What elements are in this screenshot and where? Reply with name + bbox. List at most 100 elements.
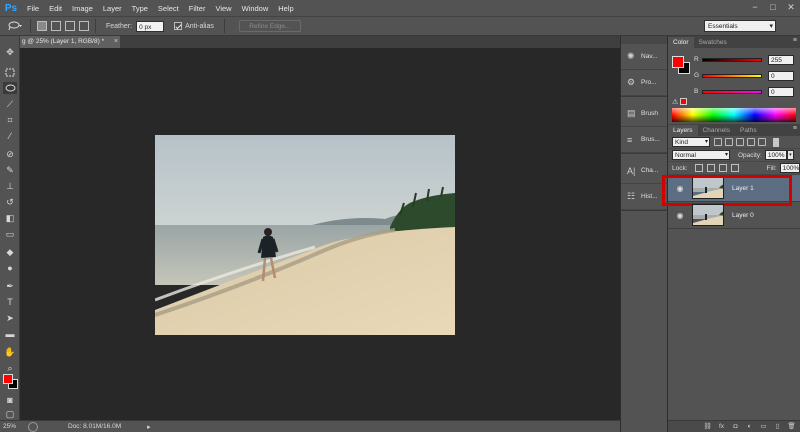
path-selection-tool-icon[interactable]: ➤ [3,312,17,324]
canvas-area[interactable] [20,48,620,420]
shape-filter-icon[interactable] [747,138,755,146]
tab-layers[interactable]: Layers [668,125,698,136]
gamut-warning-swatch[interactable] [680,98,687,105]
history-brush-tool-icon[interactable]: ↺ [3,196,17,208]
rectangle-tool-icon[interactable]: ▬ [3,328,17,340]
green-slider[interactable] [702,73,762,78]
blur-tool-icon[interactable]: ◆ [3,246,17,258]
menu-window[interactable]: Window [237,4,274,13]
smart-object-filter-icon[interactable] [758,138,766,146]
pixel-filter-icon[interactable] [714,138,722,146]
type-tool-icon[interactable]: T [3,296,17,308]
dock-grip[interactable] [621,36,667,44]
dock-brush[interactable]: ▤ Brush [621,101,667,127]
lock-all-icon[interactable] [730,164,739,172]
refine-edge-button[interactable]: Refine Edge... [238,20,301,32]
antialias-checkbox[interactable] [174,22,183,30]
add-selection-icon[interactable] [51,21,61,31]
opacity-dropdown-icon[interactable]: ▾ [786,150,794,160]
menu-edit[interactable]: Edit [44,4,67,13]
feather-input[interactable]: 0 px [136,20,165,32]
document-tab[interactable]: g @ 25% (Layer 1, RGB/8) * [20,36,120,48]
blue-value-input[interactable]: 0 [768,86,794,97]
new-group-icon[interactable]: ▭ [759,423,768,431]
crop-tool-icon[interactable]: ⌗ [3,114,17,126]
link-layers-icon[interactable]: ⛓ [703,423,712,431]
status-menu-arrow-icon[interactable]: ▸ [147,423,151,431]
menu-file[interactable]: File [22,4,44,13]
eye-visibility-icon[interactable]: ◉ [674,184,686,193]
zoom-tool-icon[interactable]: ⌕ [3,362,17,374]
opacity-input[interactable]: 100% [764,150,787,160]
foreground-color-swatch[interactable] [672,56,684,68]
menu-image[interactable]: Image [67,4,98,13]
panel-menu-icon[interactable]: ≡ [793,125,797,132]
eyedropper-tool-icon[interactable]: ⁄ [3,130,17,142]
red-slider[interactable] [702,57,762,62]
dock-navigator[interactable]: ✺ Nav... [621,44,667,70]
menu-layer[interactable]: Layer [98,4,127,13]
eraser-tool-icon[interactable]: ◧ [3,212,17,224]
intersect-selection-icon[interactable] [79,21,89,31]
filter-kind-select[interactable]: Kind [672,137,710,147]
layer-name[interactable]: Layer 1 [732,185,754,192]
layer-name[interactable]: Layer 0 [732,212,754,219]
dock-character[interactable]: A| Cha... [621,158,667,184]
marquee-tool-icon[interactable] [3,66,17,78]
adjustment-filter-icon[interactable] [725,138,733,146]
lock-transparent-icon[interactable] [694,164,703,172]
menu-select[interactable]: Select [153,4,184,13]
beach-photo-canvas[interactable] [155,135,455,335]
gradient-tool-icon[interactable]: ▭ [3,228,17,240]
layer-row-layer-1[interactable]: ◉ Layer 1 [662,175,800,206]
tab-paths[interactable]: Paths [735,125,762,136]
move-tool-icon[interactable]: ✥ [3,46,17,58]
quick-selection-tool-icon[interactable]: ⟋ [3,98,17,110]
minimize-button[interactable]: − [746,0,764,14]
gamut-warning-icon[interactable]: ⚠ [672,98,678,106]
lock-image-icon[interactable] [706,164,715,172]
dock-history[interactable]: ☷ Hist... [621,184,667,210]
menu-help[interactable]: Help [273,4,298,13]
green-value-input[interactable]: 0 [768,70,794,81]
eye-visibility-icon[interactable]: ◉ [674,211,686,220]
blend-mode-select[interactable]: Normal [672,150,730,160]
menu-type[interactable]: Type [127,4,153,13]
panel-menu-icon[interactable]: ≡ [793,37,797,44]
healing-brush-tool-icon[interactable]: ⊘ [3,148,17,160]
menu-view[interactable]: View [210,4,236,13]
subtract-selection-icon[interactable] [65,21,75,31]
filter-toggle[interactable] [773,137,779,147]
new-selection-icon[interactable] [37,21,47,31]
tab-channels[interactable]: Channels [698,125,735,136]
zoom-level[interactable]: 25% [0,423,22,430]
dodge-tool-icon[interactable]: ● [3,262,17,274]
quick-mask-icon[interactable]: ◙ [3,394,17,406]
color-spectrum[interactable] [672,108,796,122]
new-layer-icon[interactable]: ▯ [773,423,782,431]
clone-stamp-tool-icon[interactable]: ⊥ [3,180,17,192]
maximize-button[interactable]: □ [764,0,782,14]
layer-row-layer-0[interactable]: ◉ Layer 0 [668,202,800,229]
fill-input[interactable]: 100% [779,163,800,173]
workspace-select[interactable]: Essentials [704,20,776,33]
red-value-input[interactable]: 255 [768,54,794,65]
foreground-color-swatch[interactable] [3,374,13,384]
delete-layer-icon[interactable]: 🗑 [787,423,796,431]
status-info-icon[interactable] [28,421,38,432]
layer-style-icon[interactable]: fx [717,423,726,431]
brush-tool-icon[interactable]: ✎ [3,164,17,176]
tab-swatches[interactable]: Swatches [694,37,732,48]
screen-mode-icon[interactable]: ▢ [3,408,17,420]
lasso-tool-preset-icon[interactable] [4,18,26,34]
dock-brush-presets[interactable]: ≡ Brus... [621,127,667,153]
menu-filter[interactable]: Filter [184,4,211,13]
lasso-tool-icon[interactable] [3,82,17,94]
adjustment-layer-icon[interactable]: ◐ [745,423,754,431]
close-tab-icon[interactable]: × [114,36,118,48]
type-filter-icon[interactable] [736,138,744,146]
hand-tool-icon[interactable]: ✋ [3,346,17,358]
lock-position-icon[interactable] [718,164,727,172]
dock-properties[interactable]: ⚙ Pro... [621,70,667,96]
layer-mask-icon[interactable]: ◘ [731,423,740,431]
